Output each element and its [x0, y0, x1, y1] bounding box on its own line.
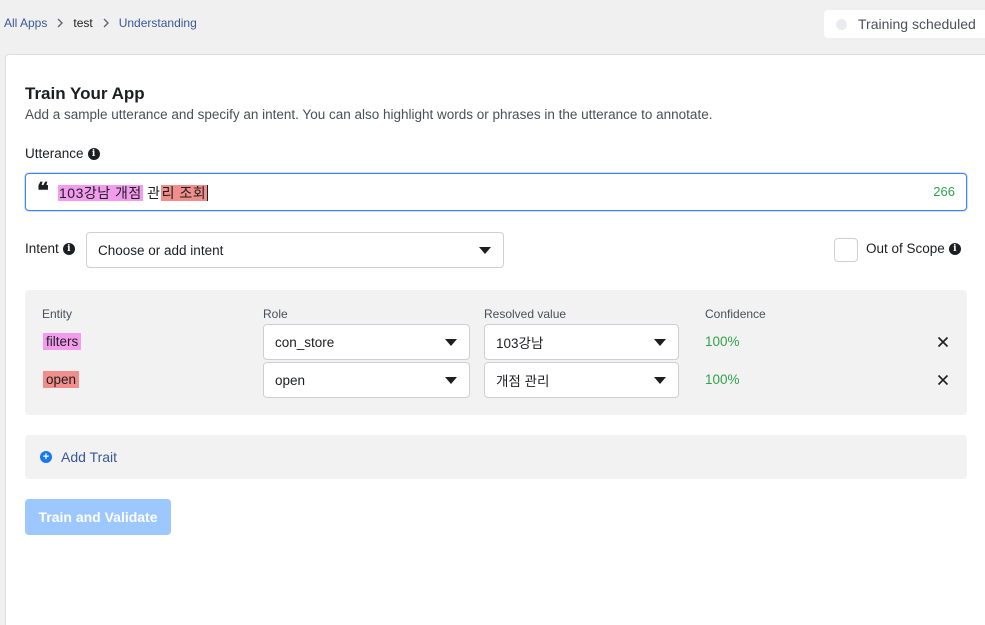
info-icon[interactable]: i	[62, 242, 75, 255]
training-status-text: Training scheduled	[858, 16, 976, 32]
text-cursor	[207, 185, 209, 201]
breadcrumb-app[interactable]: test	[73, 16, 92, 30]
close-icon[interactable]	[936, 373, 950, 387]
intent-label-text: Intent	[25, 241, 59, 256]
resolved-value-select[interactable]: 103강남	[484, 324, 679, 360]
column-header-role: Role	[263, 307, 288, 321]
character-count: 266	[933, 184, 955, 199]
utterance-label-text: Utterance	[25, 146, 84, 161]
utterance-plain-text: 관	[147, 185, 161, 201]
entity-highlight-filters[interactable]: 103강남 개점	[58, 185, 143, 201]
close-icon[interactable]	[936, 335, 950, 349]
column-header-resolved-value: Resolved value	[484, 307, 567, 321]
role-select-value: open	[275, 372, 306, 388]
breadcrumb-all-apps[interactable]: All Apps	[4, 16, 47, 30]
plus-circle-icon: +	[40, 451, 52, 463]
training-status-badge: Training scheduled	[824, 10, 985, 38]
entity-tag-filters[interactable]: filters	[43, 333, 82, 350]
resolved-value-text: 개점 관리	[496, 374, 550, 389]
intent-select[interactable]: Choose or add intent	[86, 232, 504, 268]
page-subtitle: Add a sample utterance and specify an in…	[25, 107, 713, 122]
intent-label: Intent i	[25, 241, 75, 256]
confidence-value: 100%	[705, 334, 740, 349]
caret-down-icon	[445, 377, 457, 384]
utterance-input[interactable]: ❝ 103강남 개점 관리 조회 266	[25, 173, 967, 211]
resolved-value-select[interactable]: 개점 관리	[484, 362, 679, 398]
quote-icon: ❝	[37, 178, 49, 204]
utterance-text[interactable]: 103강남 개점 관리 조회	[58, 183, 209, 203]
breadcrumb-understanding[interactable]: Understanding	[119, 16, 197, 30]
intent-select-placeholder: Choose or add intent	[98, 242, 224, 258]
info-icon[interactable]: i	[87, 147, 100, 160]
entity-highlight-open[interactable]: 리 조회	[160, 185, 208, 201]
caret-down-icon	[654, 339, 666, 346]
page-title: Train Your App	[25, 84, 145, 103]
out-of-scope-label-text: Out of Scope	[866, 241, 945, 256]
add-trait-button[interactable]: + Add Trait	[25, 435, 967, 479]
utterance-label: Utterance i	[25, 146, 100, 161]
entity-tag-open[interactable]: open	[43, 371, 80, 388]
caret-down-icon	[479, 247, 491, 254]
out-of-scope-label: Out of Scope i	[866, 241, 961, 256]
caret-down-icon	[654, 377, 666, 384]
role-select-value: con_store	[275, 334, 335, 350]
breadcrumb: All Apps test Understanding	[4, 16, 197, 30]
role-select[interactable]: con_store	[263, 324, 470, 360]
chevron-right-icon	[57, 18, 64, 28]
add-trait-label: Add Trait	[61, 449, 118, 465]
column-header-entity: Entity	[42, 307, 73, 321]
top-bar: All Apps test Understanding Training sch…	[0, 0, 985, 48]
column-header-confidence: Confidence	[705, 307, 766, 321]
status-dot-icon	[836, 18, 847, 30]
caret-down-icon	[445, 339, 457, 346]
out-of-scope-checkbox[interactable]	[834, 238, 858, 262]
chevron-right-icon	[103, 18, 109, 28]
info-icon[interactable]: i	[948, 242, 961, 255]
train-and-validate-button[interactable]: Train and Validate	[25, 499, 171, 535]
confidence-value: 100%	[705, 372, 740, 387]
role-select[interactable]: open	[263, 362, 470, 398]
resolved-value-text: 103강남	[496, 336, 544, 351]
